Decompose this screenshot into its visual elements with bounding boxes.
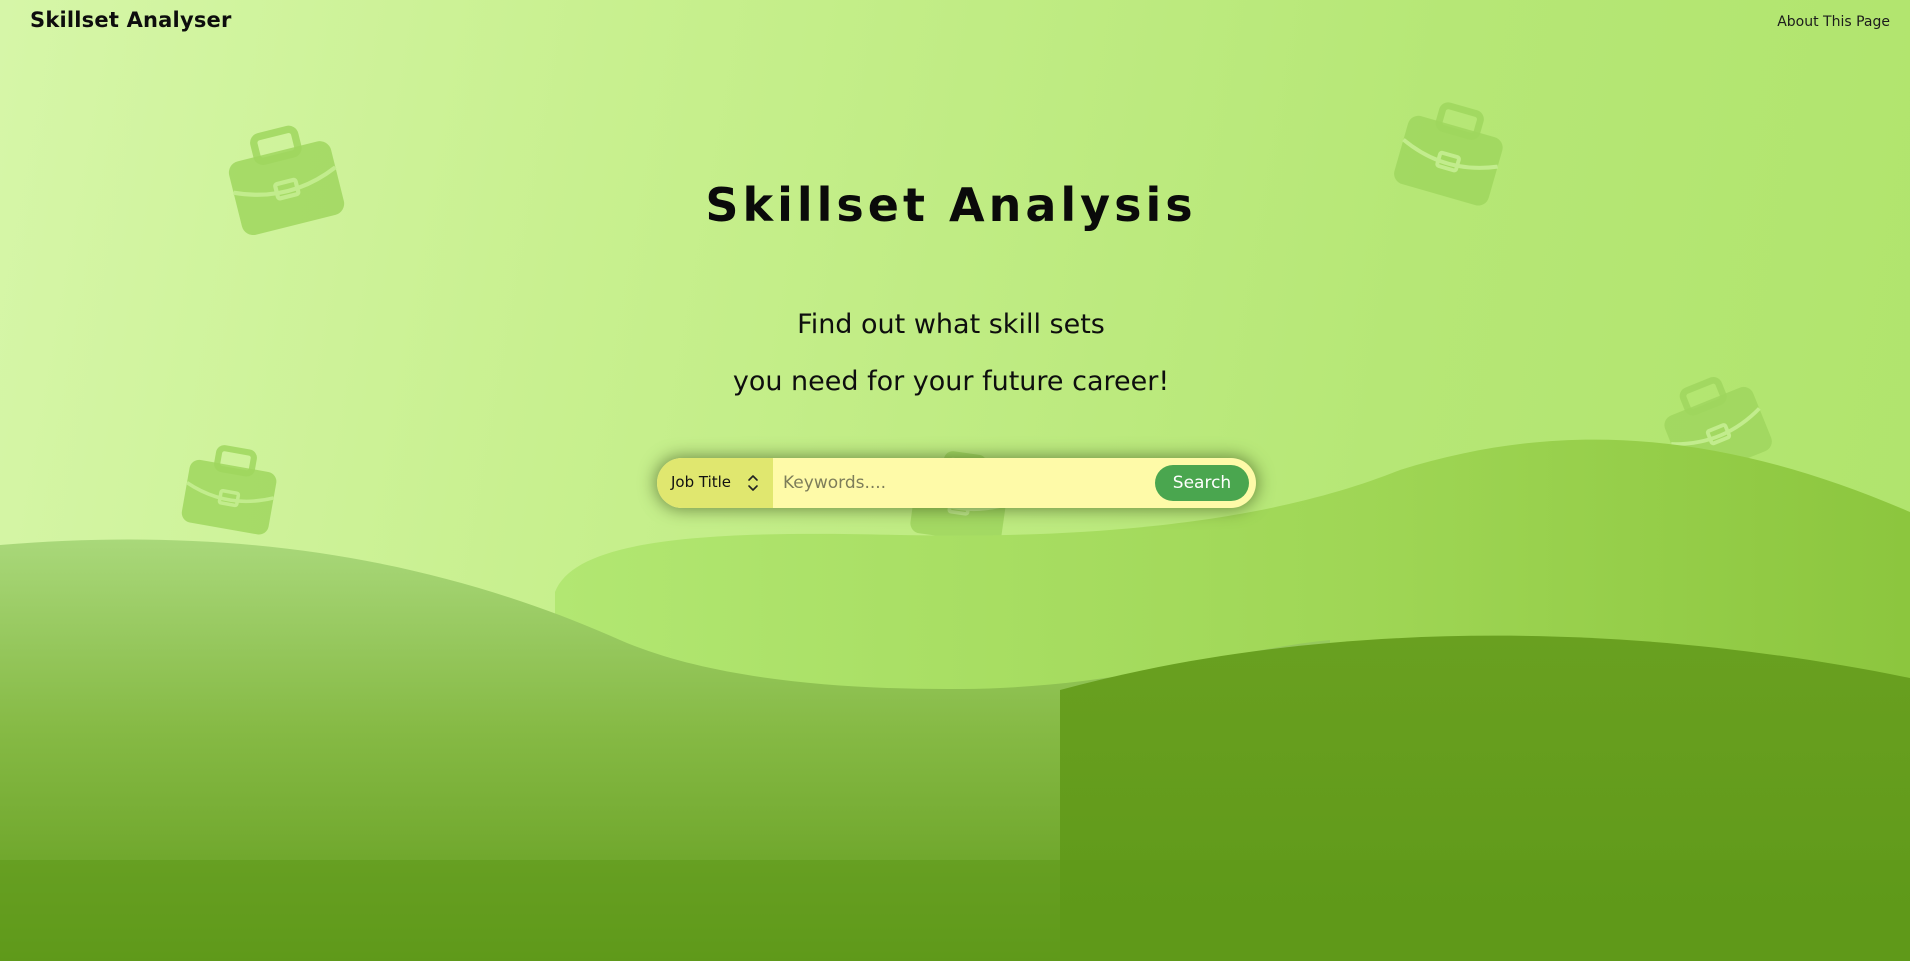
- search-filter-selected-value: Job Title: [671, 473, 732, 491]
- navbar: Skillset Analyser About This Page: [0, 0, 1910, 46]
- search-button[interactable]: Search: [1155, 465, 1249, 501]
- keyword-search-input[interactable]: [773, 458, 1123, 508]
- hero-subtitle-line-2: you need for your future career!: [732, 366, 1170, 397]
- chevron-up-down-icon: [748, 475, 758, 491]
- search-bar: Job Title Search: [657, 458, 1256, 508]
- hero-subtitle-line-1: Find out what skill sets: [797, 309, 1105, 340]
- about-page-link[interactable]: About This Page: [1777, 14, 1890, 30]
- page-title: Skillset Analysis: [705, 178, 1197, 232]
- search-filter-select[interactable]: Job Title: [657, 458, 773, 508]
- brand-logo-text[interactable]: Skillset Analyser: [30, 8, 232, 32]
